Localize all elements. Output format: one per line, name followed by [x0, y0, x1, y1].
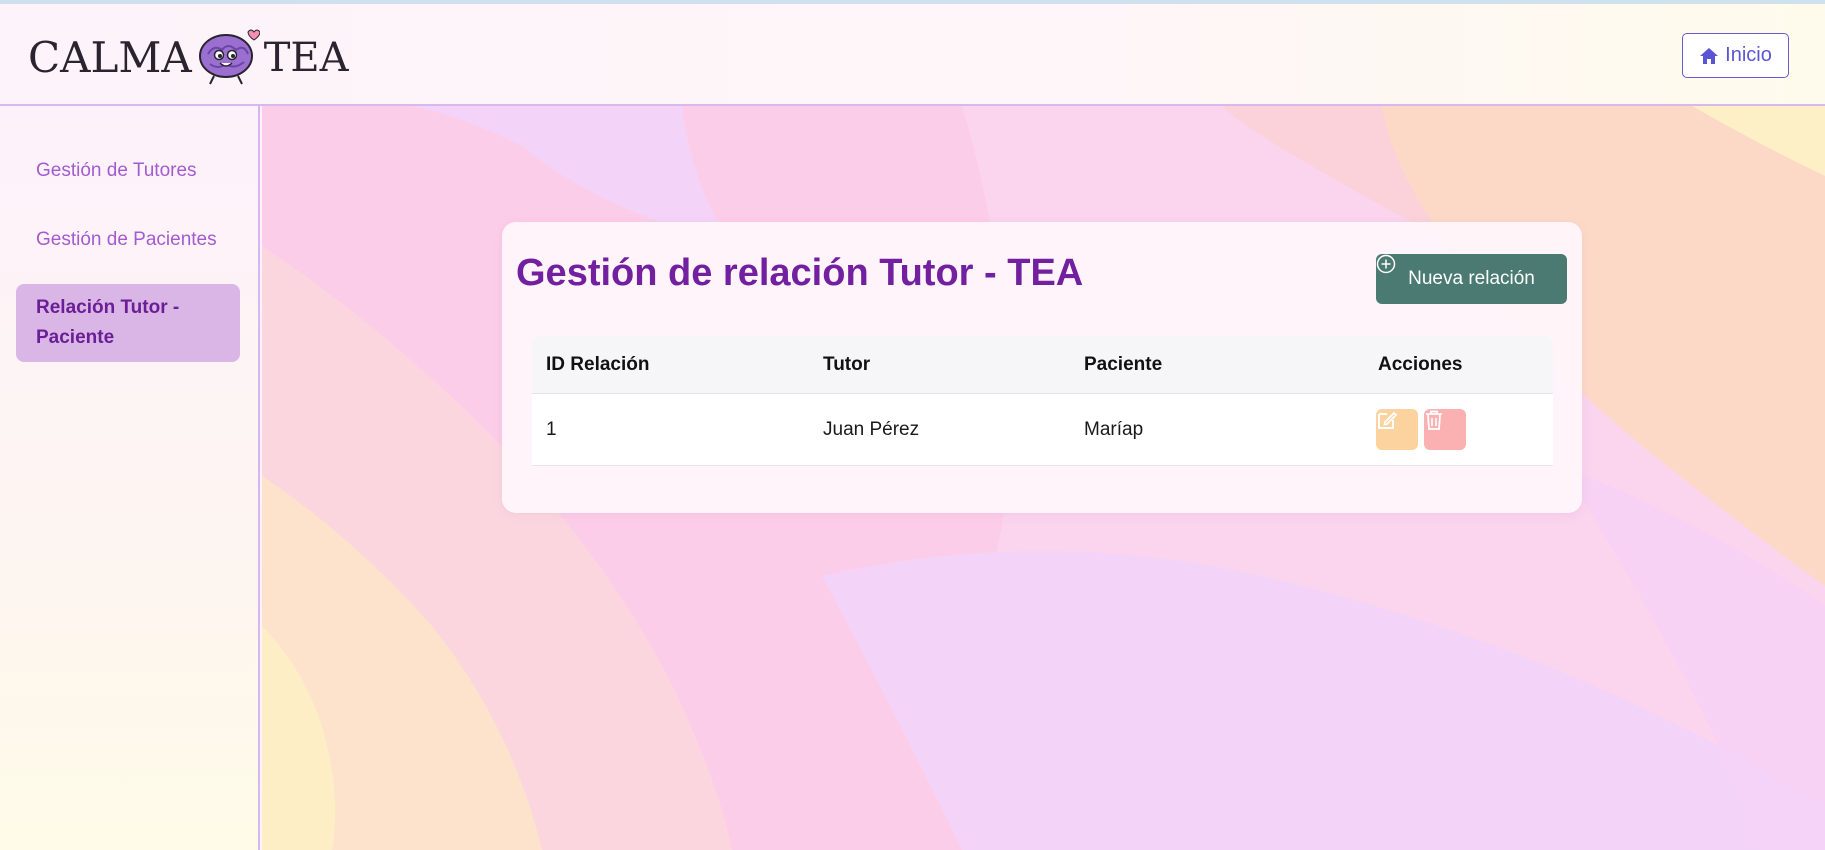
- trash-icon: [1426, 410, 1442, 430]
- relations-table: ID Relación Tutor Paciente Acciones 1 Ju…: [532, 336, 1553, 466]
- table-row: 1 Juan Pérez Maríap: [532, 394, 1553, 466]
- new-relation-button[interactable]: Nueva relación: [1376, 254, 1567, 304]
- brain-mascot-icon: [196, 26, 261, 91]
- app-logo[interactable]: CALMA TEA: [28, 28, 348, 88]
- new-relation-label: Nueva relación: [1408, 268, 1535, 289]
- table-header: ID Relación Tutor Paciente Acciones: [532, 336, 1553, 394]
- cell-paciente: Maríap: [1084, 418, 1144, 440]
- edit-icon: [1378, 411, 1398, 429]
- main-content: Gestión de relación Tutor - TEA Nueva re…: [262, 106, 1825, 850]
- home-button[interactable]: Inicio: [1682, 33, 1789, 78]
- home-button-label: Inicio: [1725, 44, 1772, 66]
- sidebar-item-label: Relación Tutor - Paciente: [36, 297, 180, 348]
- sidebar-item-label: Gestión de Pacientes: [36, 229, 217, 250]
- sidebar: Gestión de Tutores Gestión de Pacientes …: [0, 106, 260, 850]
- sidebar-item-relacion[interactable]: Relación Tutor - Paciente: [16, 284, 240, 362]
- sidebar-item-pacientes[interactable]: Gestión de Pacientes: [16, 225, 240, 255]
- edit-button[interactable]: [1376, 409, 1418, 450]
- header-acciones: Acciones: [1378, 353, 1463, 375]
- plus-circle-icon: [1376, 254, 1396, 274]
- logo-text-tea: TEA: [263, 35, 349, 81]
- sidebar-item-label: Gestión de Tutores: [36, 160, 197, 181]
- app-header: CALMA TEA Inicio: [0, 4, 1825, 106]
- home-icon: [1700, 47, 1719, 64]
- page-title: Gestión de relación Tutor - TEA: [516, 252, 1084, 294]
- sidebar-item-tutores[interactable]: Gestión de Tutores: [16, 156, 240, 186]
- logo-text-calma: CALMA: [28, 33, 192, 82]
- header-paciente: Paciente: [1084, 353, 1163, 375]
- cell-tutor: Juan Pérez: [823, 418, 920, 440]
- header-id: ID Relación: [546, 353, 650, 375]
- header-tutor: Tutor: [823, 353, 871, 375]
- relation-card: Gestión de relación Tutor - TEA Nueva re…: [502, 222, 1582, 513]
- delete-button[interactable]: [1424, 409, 1466, 450]
- cell-id: 1: [546, 418, 557, 440]
